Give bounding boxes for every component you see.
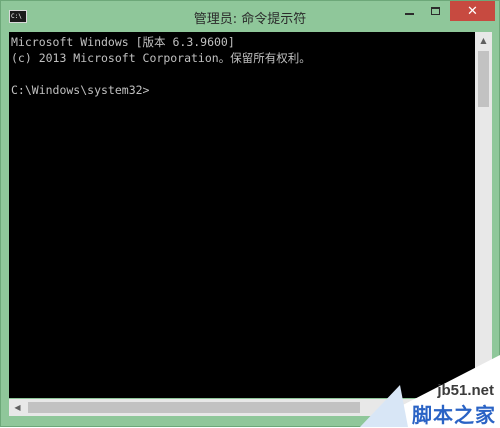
watermark-name: 脚本之家 xyxy=(412,403,496,427)
console-prompt[interactable]: C:\Windows\system32> xyxy=(11,82,475,98)
watermark: jb51.net 脚本之家 xyxy=(360,355,500,427)
console-line-copyright: (c) 2013 Microsoft Corporation。保留所有权利。 xyxy=(11,51,311,65)
console-output[interactable]: Microsoft Windows [版本 6.3.9600] (c) 2013… xyxy=(9,32,475,398)
scroll-up-icon[interactable]: ▲ xyxy=(475,32,492,49)
vertical-scroll-thumb[interactable] xyxy=(478,51,489,107)
vertical-scrollbar[interactable]: ▲ ▼ xyxy=(475,32,492,398)
close-button[interactable]: ✕ xyxy=(450,1,495,21)
maximize-button[interactable] xyxy=(423,1,447,21)
watermark-url: jb51.net xyxy=(437,382,494,399)
title-bar[interactable]: C:\ 管理员: 命令提示符 ✕ xyxy=(1,1,499,33)
minimize-button[interactable] xyxy=(397,1,421,21)
maximize-icon xyxy=(430,7,440,15)
scroll-left-icon[interactable]: ◀ xyxy=(9,399,26,416)
horizontal-scroll-thumb[interactable] xyxy=(28,402,360,413)
minimize-icon xyxy=(404,13,414,15)
close-icon: ✕ xyxy=(467,3,478,19)
console-line-version: Microsoft Windows [版本 6.3.9600] xyxy=(11,35,235,49)
